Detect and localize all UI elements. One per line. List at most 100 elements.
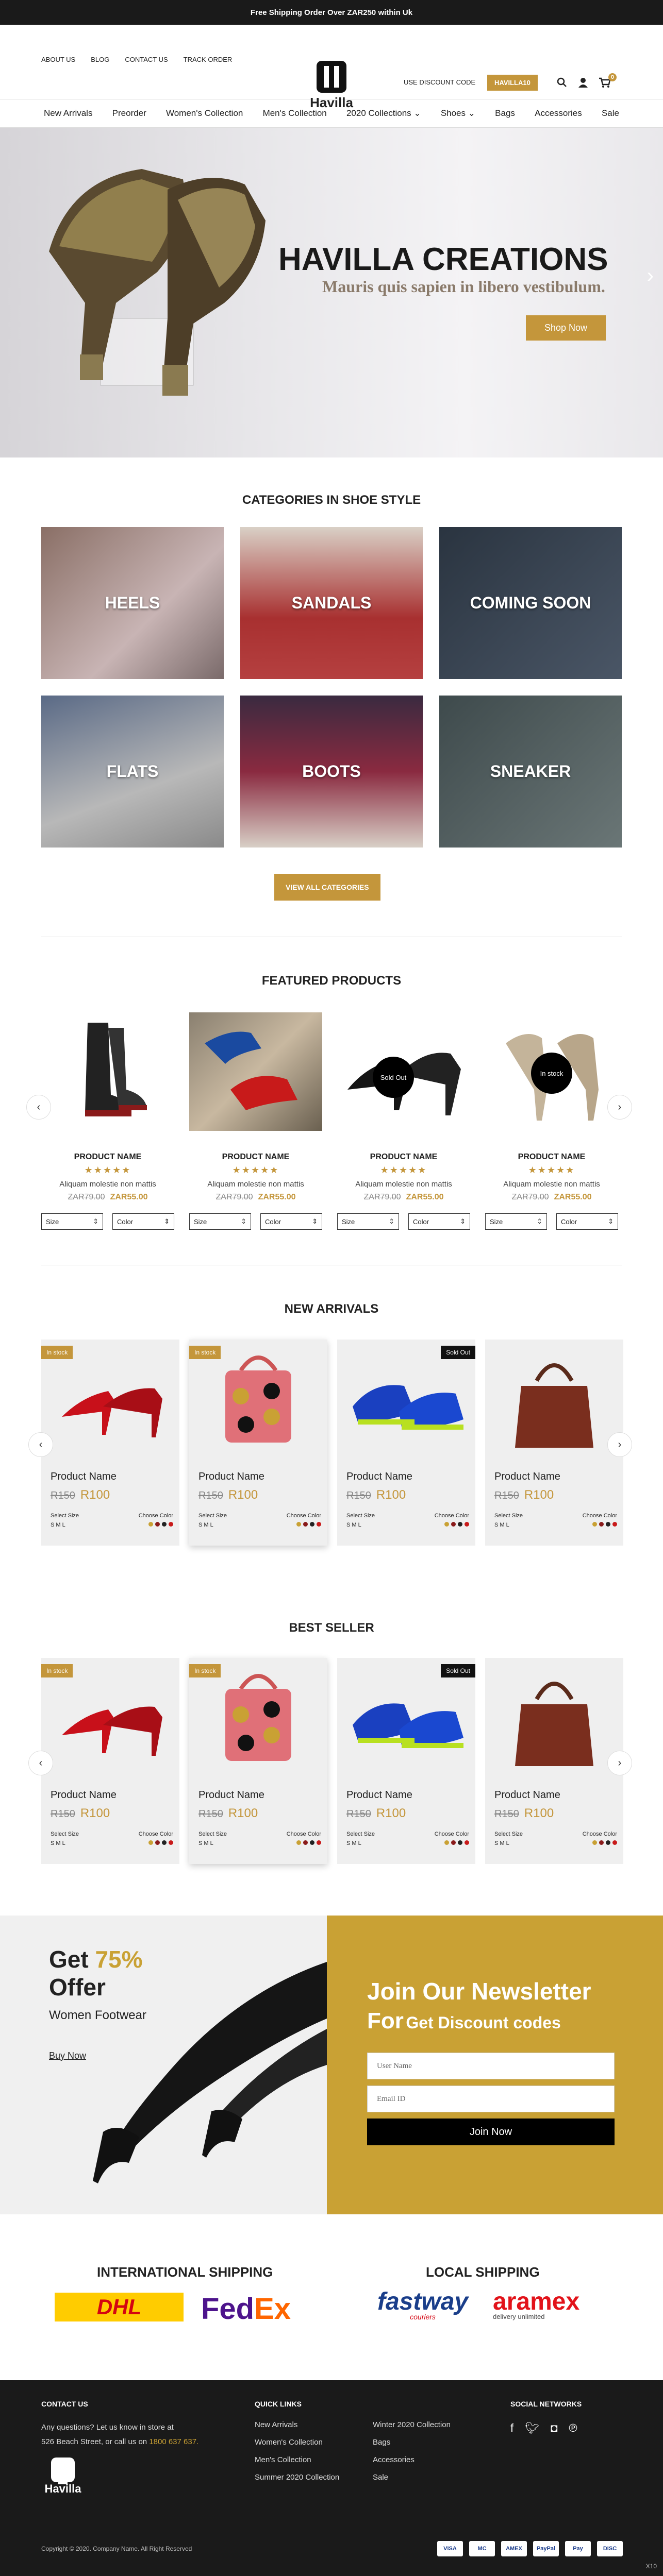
product-name: Product Name <box>346 1471 412 1482</box>
new-price: R100 <box>524 1488 554 1502</box>
product-card[interactable]: Sold Out Product Name R150 R100 Select Size S… <box>337 1340 475 1546</box>
featured-product-card[interactable]: In stock Product Name ★★★★★ Aliquam mole… <box>485 1012 618 1230</box>
nav-womens[interactable]: Women's Collection <box>166 108 243 118</box>
size-select[interactable]: Size ⇕ <box>485 1213 547 1230</box>
size-options[interactable]: S M L <box>346 1522 375 1528</box>
pinterest-icon[interactable]: ℗ <box>569 2421 577 2435</box>
view-all-categories-button[interactable]: View All Categories <box>274 874 380 901</box>
color-select[interactable]: Color ⇕ <box>260 1213 322 1230</box>
size-options[interactable]: S M L <box>198 1522 227 1528</box>
category-label: Flats <box>106 762 159 781</box>
blog-link[interactable]: Blog <box>91 56 109 63</box>
footer-link[interactable]: Sale <box>373 2469 451 2486</box>
new-arrivals-next-button[interactable]: › <box>607 1432 632 1457</box>
footer-link[interactable]: Winter 2020 Collection <box>373 2416 451 2434</box>
chevron-icon: ⇕ <box>608 1217 614 1225</box>
product-card[interactable]: In stock Product Name R150 R100 Select Size S… <box>189 1658 327 1864</box>
shop-now-button[interactable]: Shop Now <box>526 315 606 341</box>
product-card[interactable]: Product Name R150 R100 Select Size S M L Choo… <box>485 1340 623 1546</box>
product-card[interactable]: In stock Product Name R150 R100 Select Size S… <box>41 1340 179 1546</box>
color-swatches[interactable] <box>139 1522 173 1527</box>
product-card[interactable]: Product Name R150 R100 Select Size S M L Choo… <box>485 1658 623 1864</box>
phone-link[interactable]: 1800 637 637. <box>149 2437 198 2446</box>
footer-link[interactable]: Bags <box>373 2434 451 2451</box>
copyright: Copyright © 2020. Company Name. All Righ… <box>41 2545 192 2552</box>
color-swatches[interactable] <box>139 1840 173 1845</box>
hero-next-arrow-icon[interactable]: › <box>647 264 654 287</box>
cart-icon[interactable]: 0 <box>599 73 617 91</box>
nav-new-arrivals[interactable]: New Arrivals <box>44 108 92 118</box>
color-select[interactable]: Color ⇕ <box>112 1213 174 1230</box>
featured-product-card[interactable]: Product Name ★★★★★ Aliquam molestie non … <box>41 1012 174 1230</box>
category-boots[interactable]: Boots <box>240 696 423 848</box>
nav-shoes[interactable]: Shoes ⌄ <box>441 108 475 118</box>
search-icon[interactable] <box>557 77 567 91</box>
color-select[interactable]: Color ⇕ <box>408 1213 470 1230</box>
new-price: R100 <box>228 1806 258 1820</box>
color-swatches[interactable] <box>435 1522 469 1527</box>
username-input[interactable]: User Name <box>367 2053 615 2079</box>
size-options[interactable]: S M L <box>494 1522 523 1528</box>
old-price: R150 <box>346 1808 371 1820</box>
logo[interactable]: Havilla <box>301 61 362 111</box>
best-seller-prev-button[interactable]: ‹ <box>28 1751 53 1775</box>
twitter-icon[interactable]: 🐦︎ <box>525 2421 539 2435</box>
size-options[interactable]: S M L <box>51 1840 79 1846</box>
quick-links-col2: Winter 2020 Collection Bags Accessories … <box>373 2416 451 2486</box>
about-link[interactable]: About Us <box>41 56 75 63</box>
buy-now-link[interactable]: Buy Now <box>49 2050 86 2061</box>
color-swatches[interactable] <box>583 1522 617 1527</box>
rating-stars-icon: ★★★★★ <box>84 1165 131 1175</box>
footer-link[interactable]: Summer 2020 Collection <box>255 2469 339 2486</box>
nav-sale[interactable]: Sale <box>602 108 619 118</box>
nav-preorder[interactable]: Preorder <box>112 108 146 118</box>
join-now-button[interactable]: Join Now <box>367 2119 615 2145</box>
product-desc: Aliquam molestie non mattis <box>59 1180 156 1189</box>
footer-link[interactable]: Women's Collection <box>255 2434 339 2451</box>
instagram-icon[interactable]: ◘ <box>551 2421 557 2435</box>
product-card[interactable]: In stock Product Name R150 R100 Select Size S… <box>189 1340 327 1546</box>
featured-product-card[interactable]: Product Name ★★★★★ Aliquam molestie non … <box>189 1012 322 1230</box>
nav-bags[interactable]: Bags <box>495 108 515 118</box>
footer-link[interactable]: Men's Collection <box>255 2451 339 2469</box>
footer-logo[interactable]: Havilla <box>41 2458 85 2496</box>
size-select[interactable]: Size ⇕ <box>337 1213 399 1230</box>
footer-link[interactable]: Accessories <box>373 2451 451 2469</box>
facebook-icon[interactable]: f <box>510 2421 513 2435</box>
color-swatches[interactable] <box>287 1522 321 1527</box>
category-heels[interactable]: Heels <box>41 527 224 679</box>
category-sneaker[interactable]: Sneaker <box>439 696 622 848</box>
chevron-icon: ⇕ <box>312 1217 318 1225</box>
footer-link[interactable]: New Arrivals <box>255 2416 339 2434</box>
product-card[interactable]: In stock Product Name R150 R100 Select Size S… <box>41 1658 179 1864</box>
size-options[interactable]: S M L <box>51 1522 79 1528</box>
color-select[interactable]: Color ⇕ <box>556 1213 618 1230</box>
user-icon[interactable] <box>578 77 588 91</box>
amex-icon: AMEX <box>501 2541 527 2556</box>
color-swatches[interactable] <box>583 1840 617 1845</box>
product-options: Size ⇕ Color ⇕ <box>485 1213 618 1230</box>
contact-link[interactable]: Contact Us <box>125 56 168 63</box>
size-options[interactable]: S M L <box>198 1840 227 1846</box>
category-coming-soon[interactable]: Coming Soon <box>439 527 622 679</box>
color-swatches[interactable] <box>287 1840 321 1845</box>
best-seller-next-button[interactable]: › <box>607 1751 632 1775</box>
nav-accessories[interactable]: Accessories <box>535 108 582 118</box>
new-arrivals-prev-button[interactable]: ‹ <box>28 1432 53 1457</box>
size-select[interactable]: Size ⇕ <box>41 1213 103 1230</box>
old-price: ZAR79.00 <box>511 1193 549 1201</box>
size-select[interactable]: Size ⇕ <box>189 1213 251 1230</box>
product-card[interactable]: Sold Out Product Name R150 R100 Select Size S… <box>337 1658 475 1864</box>
product-image <box>485 1658 623 1779</box>
color-swatches[interactable] <box>435 1840 469 1845</box>
featured-product-card[interactable]: Sold Out Product Name ★★★★★ Aliquam mole… <box>337 1012 470 1230</box>
track-order-link[interactable]: Track Order <box>184 56 233 63</box>
email-input[interactable]: Email ID <box>367 2086 615 2112</box>
size-options[interactable]: S M L <box>346 1840 375 1846</box>
discount-code-button[interactable]: HAVILLA10 <box>487 75 538 91</box>
chevron-icon: ⇕ <box>389 1217 394 1225</box>
size-options[interactable]: S M L <box>494 1840 523 1846</box>
product-price: ZAR79.00 ZAR55.00 <box>189 1193 322 1202</box>
category-sandals[interactable]: Sandals <box>240 527 423 679</box>
category-flats[interactable]: Flats <box>41 696 224 848</box>
